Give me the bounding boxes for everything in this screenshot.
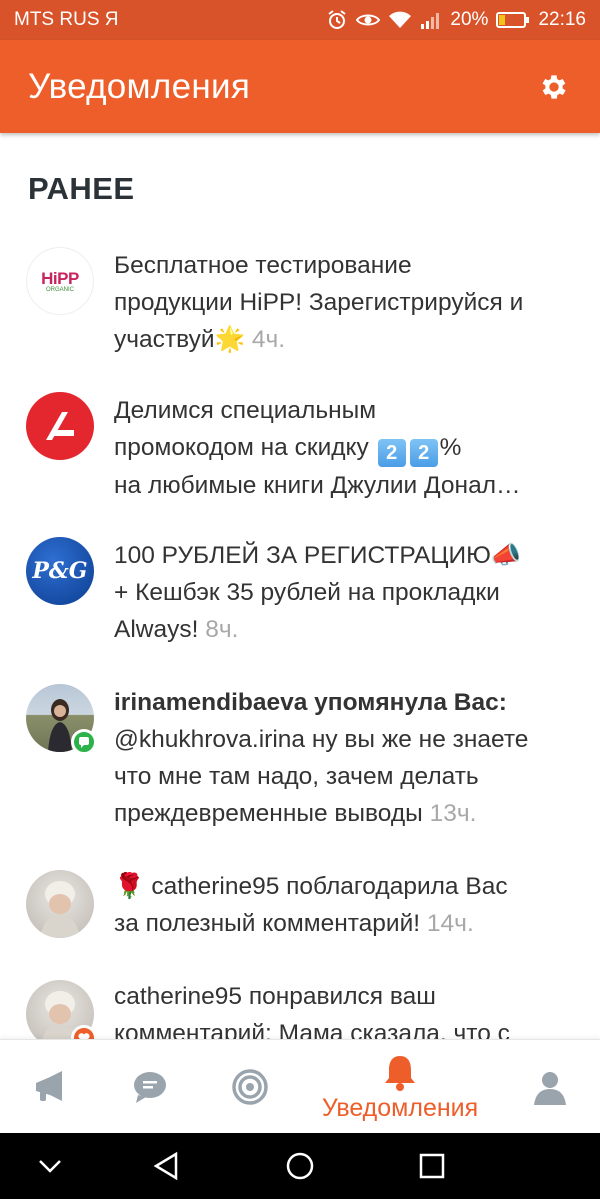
- notification-text: 🌹 catherine95 поблагодарила Вас за полез…: [114, 873, 508, 937]
- username: irinamendibaeva: [114, 689, 308, 716]
- star-emoji: 🌟: [214, 326, 246, 353]
- notification-text: Делимся специальным промокодом на скидку…: [114, 397, 521, 499]
- back-button[interactable]: [136, 1133, 196, 1199]
- notification-text: irinamendibaeva упомянула Вас: @khukhrov…: [114, 689, 529, 827]
- profile-icon: [534, 1072, 566, 1105]
- notifications-list[interactable]: РАНЕЕ HiPP ORGANIC Бесплатное тестирован…: [0, 133, 600, 1039]
- back-triangle-icon: [153, 1151, 178, 1181]
- clock: 22:16: [538, 9, 586, 30]
- bell-icon: [385, 1055, 415, 1091]
- home-button[interactable]: [270, 1133, 330, 1199]
- chevron-down-icon: [39, 1160, 61, 1173]
- avatar: [26, 870, 94, 938]
- timestamp: 8ч.: [205, 616, 239, 643]
- target-icon: [232, 1069, 268, 1105]
- recents-square-icon: [419, 1153, 445, 1179]
- megaphone-icon: [36, 1071, 62, 1101]
- settings-button[interactable]: [536, 69, 572, 105]
- battery-percent: 20%: [450, 9, 489, 30]
- nav-profile[interactable]: [520, 1040, 580, 1134]
- chat-icon: [134, 1072, 166, 1103]
- bottom-nav: Уведомления: [0, 1039, 600, 1133]
- wifi-icon: [388, 10, 412, 30]
- like-badge: [71, 1025, 97, 1039]
- notification-text: catherine95 понравился ваш комментарий: …: [114, 983, 510, 1039]
- signal-icon: [420, 11, 442, 29]
- megaphone-emoji: 📣: [490, 542, 522, 569]
- status-bar: MTS RUS Я 20% 22:16: [0, 0, 600, 40]
- rose-emoji: 🌹: [114, 873, 145, 900]
- timestamp: 4ч.: [251, 326, 286, 353]
- eye-icon: [356, 9, 381, 31]
- nav-tracker[interactable]: [220, 1040, 280, 1134]
- hide-nav-button[interactable]: [20, 1133, 80, 1199]
- notification-text: 100 РУБЛЕЙ ЗА РЕГИСТРАЦИЮ📣 + Кешбэк 35 р…: [114, 542, 522, 643]
- home-circle-icon: [286, 1152, 314, 1180]
- recents-button[interactable]: [402, 1133, 462, 1199]
- comment-badge: [71, 729, 97, 755]
- alarm-icon: [326, 9, 348, 31]
- system-nav-bar: [0, 1133, 600, 1199]
- comment-icon: [79, 737, 89, 748]
- app-bar: Уведомления: [0, 40, 600, 133]
- pg-logo: P&G: [26, 537, 94, 605]
- nav-active-label: Уведомления: [321, 1093, 479, 1122]
- brand-logo: [26, 392, 94, 460]
- page-title: Уведомления: [28, 66, 251, 106]
- battery-icon: [496, 11, 530, 29]
- nav-discussions[interactable]: [120, 1040, 180, 1134]
- keycap-emoji: 2: [409, 439, 438, 467]
- timestamp: 14ч.: [426, 910, 474, 937]
- hipp-logo: HiPP ORGANIC: [26, 247, 94, 315]
- gear-icon: [542, 74, 566, 99]
- keycap-emoji: 2: [377, 439, 406, 467]
- timestamp: 13ч.: [429, 800, 477, 827]
- nav-notifications[interactable]: Уведомления: [300, 1040, 500, 1134]
- carrier-name: MTS RUS Я: [14, 9, 119, 30]
- notification-text: Бесплатное тестирование продукции HiPP! …: [114, 252, 524, 353]
- section-title: РАНЕЕ: [28, 171, 135, 206]
- heart-icon: [78, 1033, 90, 1039]
- nav-feed[interactable]: [20, 1040, 80, 1134]
